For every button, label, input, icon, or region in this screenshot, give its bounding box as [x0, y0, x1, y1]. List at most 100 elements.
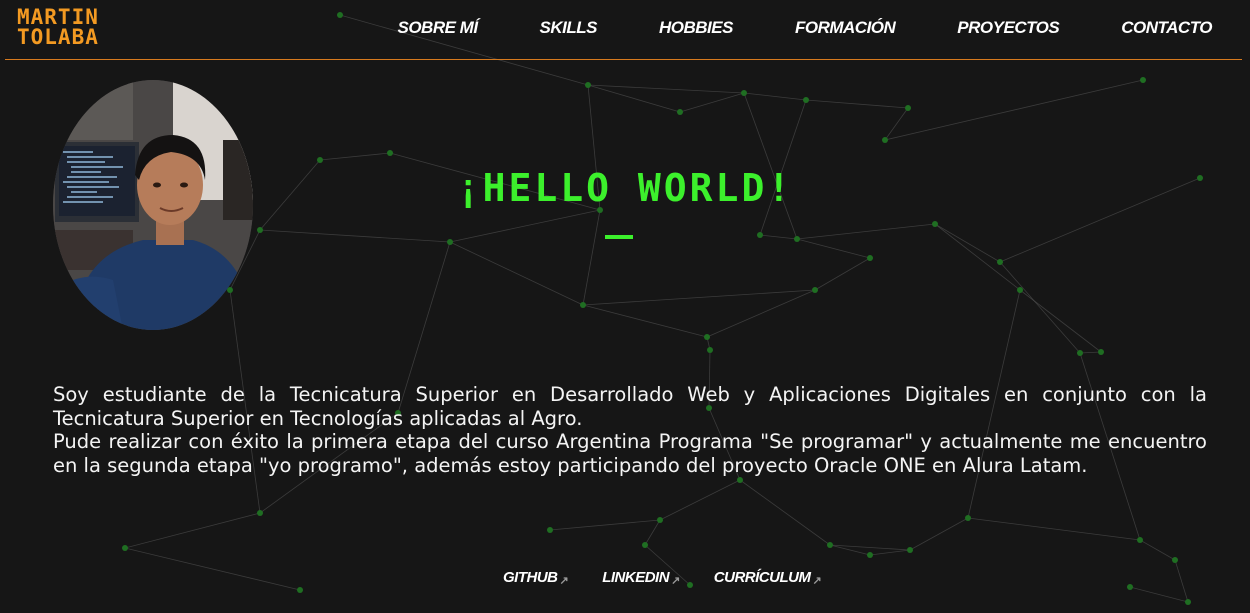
- network-line: [449, 209, 601, 243]
- network-node: [642, 542, 648, 548]
- network-line: [582, 209, 601, 306]
- network-line: [869, 549, 911, 556]
- external-link-arrow-icon: ↗: [812, 575, 822, 587]
- network-line: [679, 92, 745, 113]
- nav-item-contacto[interactable]: CONTACTO: [1121, 18, 1212, 38]
- network-node: [657, 517, 663, 523]
- network-node: [447, 239, 453, 245]
- network-node: [907, 547, 913, 553]
- network-line: [796, 223, 936, 240]
- network-node: [1077, 350, 1083, 356]
- network-line: [1019, 289, 1102, 353]
- network-line: [549, 519, 661, 531]
- network-node: [827, 542, 833, 548]
- network-node: [1127, 584, 1133, 590]
- linkedin-link-label: LINKEDIN: [602, 569, 670, 586]
- logo-line-1: MARTIN: [17, 5, 99, 29]
- network-node: [867, 552, 873, 558]
- network-line: [319, 152, 391, 161]
- network-node: [387, 150, 393, 156]
- network-line: [659, 479, 741, 521]
- network-node: [932, 221, 938, 227]
- network-node: [257, 227, 263, 233]
- network-line: [449, 241, 584, 306]
- network-node: [794, 236, 800, 242]
- typing-cursor: [605, 235, 633, 239]
- network-node: [812, 287, 818, 293]
- network-line: [743, 92, 807, 101]
- network-line: [884, 79, 1144, 141]
- network-line: [1079, 351, 1102, 354]
- network-node: [867, 255, 873, 261]
- network-line: [582, 304, 708, 338]
- network-line: [124, 512, 261, 549]
- network-node: [1017, 287, 1023, 293]
- network-node: [997, 259, 1003, 265]
- network-line: [644, 519, 661, 546]
- network-node: [1172, 557, 1178, 563]
- network-line: [1129, 586, 1189, 603]
- github-link-label: GITHUB: [503, 569, 558, 586]
- network-node: [965, 515, 971, 521]
- network-line: [999, 261, 1081, 354]
- network-node: [882, 137, 888, 143]
- network-line: [805, 99, 909, 109]
- network-line: [814, 257, 871, 291]
- network-node: [741, 90, 747, 96]
- network-node: [803, 97, 809, 103]
- site-header: MARTIN TOLABA SOBRE MÍ SKILLS HOBBIES FO…: [0, 0, 1250, 60]
- network-node: [257, 510, 263, 516]
- nav-item-skills[interactable]: SKILLS: [540, 18, 598, 38]
- network-node: [1140, 77, 1146, 83]
- network-line: [934, 223, 1021, 291]
- network-node: [757, 232, 763, 238]
- logo-line-2: TOLABA: [17, 25, 99, 49]
- network-node: [122, 545, 128, 551]
- network-line: [582, 289, 816, 306]
- network-line: [124, 547, 301, 591]
- network-node: [737, 477, 743, 483]
- header-divider: [5, 59, 1242, 60]
- bio-paragraph-1: Soy estudiante de la Tecnicatura Superio…: [53, 383, 1207, 430]
- nav-item-hobbies[interactable]: HOBBIES: [659, 18, 733, 38]
- network-node: [547, 527, 553, 533]
- bio-text: Soy estudiante de la Tecnicatura Superio…: [53, 383, 1207, 477]
- nav-item-proyectos[interactable]: PROYECTOS: [957, 18, 1059, 38]
- network-node: [297, 587, 303, 593]
- network-line: [796, 238, 871, 259]
- network-node: [707, 347, 713, 353]
- social-links: GITHUB ↗ LINKEDIN ↗ CURRÍCULUM ↗: [503, 569, 855, 587]
- network-line: [1139, 539, 1176, 561]
- external-link-arrow-icon: ↗: [559, 575, 569, 587]
- network-node: [580, 302, 586, 308]
- hero-title: ¡HELLO WORLD!: [456, 166, 794, 210]
- network-node: [317, 157, 323, 163]
- network-line: [706, 289, 816, 338]
- network-line: [967, 517, 1141, 541]
- network-line: [739, 479, 831, 546]
- network-node: [227, 287, 233, 293]
- network-line: [259, 229, 451, 243]
- network-node: [1098, 349, 1104, 355]
- external-link-arrow-icon: ↗: [671, 575, 680, 587]
- bio-paragraph-2: Pude realizar con éxito la primera etapa…: [53, 430, 1207, 477]
- nav-item-formacion[interactable]: FORMACIÓN: [795, 18, 896, 38]
- network-line: [934, 223, 1001, 263]
- curriculum-link[interactable]: CURRÍCULUM ↗: [713, 569, 822, 587]
- network-node: [1137, 537, 1143, 543]
- main-nav: SOBRE MÍ SKILLS HOBBIES FORMACIÓN PROYEC…: [335, 18, 1212, 38]
- network-line: [909, 517, 969, 551]
- network-line: [759, 234, 798, 240]
- nav-item-sobre-mi[interactable]: SOBRE MÍ: [397, 18, 478, 38]
- network-node: [704, 334, 710, 340]
- network-node: [1185, 599, 1191, 605]
- network-node: [585, 82, 591, 88]
- linkedin-link[interactable]: LINKEDIN ↗: [602, 569, 680, 587]
- github-link[interactable]: GITHUB ↗: [503, 569, 569, 587]
- logo[interactable]: MARTIN TOLABA: [17, 5, 99, 49]
- network-node: [905, 105, 911, 111]
- network-node: [677, 109, 683, 115]
- curriculum-link-label: CURRÍCULUM: [713, 569, 811, 586]
- network-line: [1174, 559, 1189, 603]
- network-line: [829, 544, 911, 551]
